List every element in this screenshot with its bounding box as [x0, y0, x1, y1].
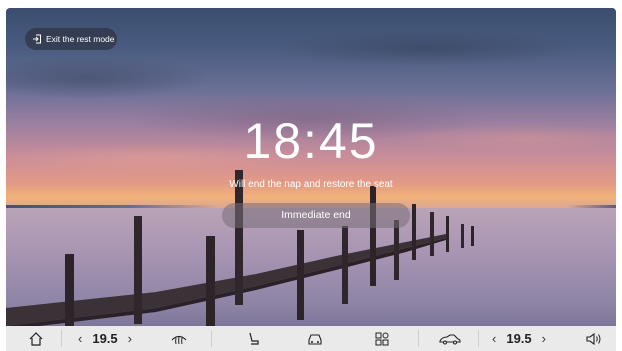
left-temperature-value: 19.5 [92, 331, 118, 346]
bottom-bar: ‹ 19.5 › ‹ 19.5 › [6, 326, 616, 351]
immediate-end-button[interactable]: Immediate end [222, 203, 410, 228]
chevron-left-icon[interactable]: ‹ [78, 331, 82, 346]
car-icon [308, 333, 322, 345]
rest-mode-screen [6, 8, 616, 345]
home-button[interactable] [28, 326, 44, 351]
vehicle-side-button[interactable] [438, 326, 462, 351]
bar-divider [418, 330, 419, 347]
chevron-right-icon[interactable]: › [542, 331, 546, 346]
clock-time: 18:45 [243, 113, 379, 169]
exit-rest-mode-label: Exit the rest mode [46, 34, 115, 44]
vehicle-button[interactable] [306, 326, 324, 351]
pier-image [6, 170, 474, 334]
exit-icon [33, 34, 41, 44]
volume-button[interactable] [585, 326, 603, 351]
left-temperature-control: ‹ 19.5 › [78, 326, 132, 351]
chevron-left-icon[interactable]: ‹ [492, 331, 496, 346]
nap-end-message: Will end the nap and restore the seat [229, 179, 393, 190]
rear-defrost-icon [171, 335, 187, 344]
home-icon [29, 331, 43, 346]
chevron-right-icon[interactable]: › [128, 331, 132, 346]
volume-icon [586, 332, 601, 345]
bar-divider [478, 330, 479, 347]
seat-button[interactable] [246, 326, 262, 351]
exit-rest-mode-button[interactable]: Exit the rest mode [25, 28, 117, 50]
right-temperature-control: ‹ 19.5 › [492, 326, 546, 351]
bar-divider [61, 330, 62, 347]
right-temperature-value: 19.5 [506, 331, 532, 346]
bar-divider [211, 330, 212, 347]
apps-icon [375, 332, 389, 345]
car-side-icon [439, 333, 461, 344]
rear-defrost-button[interactable] [170, 326, 188, 351]
apps-button[interactable] [374, 326, 390, 351]
seat-icon [249, 332, 259, 345]
